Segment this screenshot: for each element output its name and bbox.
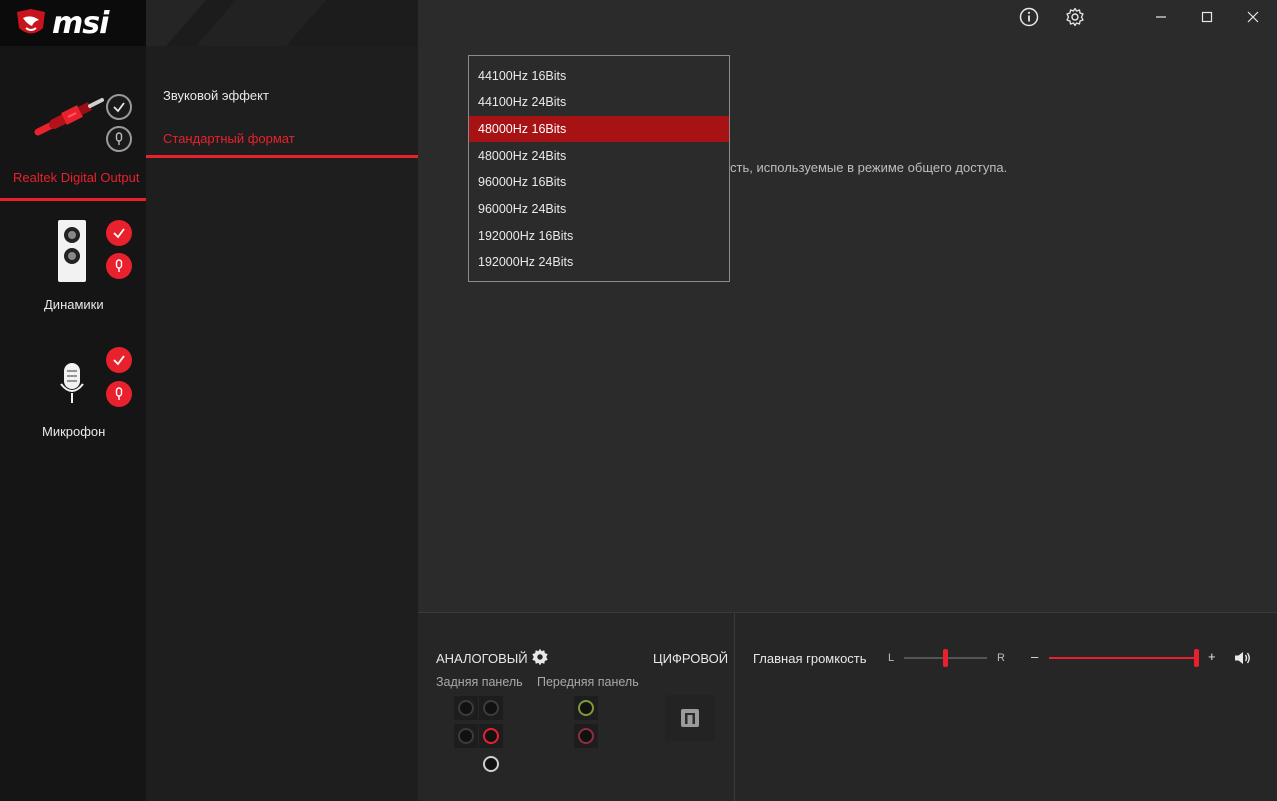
microphone-small-icon	[115, 387, 123, 400]
front-panel-label: Передняя панель	[537, 675, 639, 689]
maximize-icon	[1201, 11, 1213, 23]
close-icon	[1247, 11, 1259, 23]
device-realtek-digital-output[interactable]: Realtek Digital Output	[0, 58, 146, 201]
device-speakers[interactable]: Динамики	[0, 202, 146, 330]
front-jack-mic[interactable]	[574, 724, 598, 748]
minimize-button[interactable]	[1152, 8, 1170, 26]
close-button[interactable]	[1244, 8, 1262, 26]
check-icon	[113, 355, 125, 366]
check-icon	[113, 228, 125, 239]
device-label: Микрофон	[42, 424, 106, 439]
check-icon	[113, 102, 125, 113]
optical-cable-icon	[34, 98, 104, 136]
front-jack-headphone[interactable]	[574, 696, 598, 720]
dropdown-option[interactable]: 192000Hz 24Bits	[469, 249, 729, 275]
dropdown-option[interactable]: 48000Hz 24Bits	[469, 143, 729, 169]
rear-jack-5[interactable]	[479, 752, 503, 776]
info-icon	[1019, 7, 1039, 27]
connector-panel: АНАЛОГОВЫЙ ЦИФРОВОЙ Задняя панель Передн…	[418, 612, 733, 801]
device-microphone[interactable]: Микрофон	[0, 332, 146, 457]
default-comm-device-button[interactable]	[106, 126, 132, 152]
menu-header	[146, 0, 418, 46]
dropdown-option[interactable]: 44100Hz 16Bits	[469, 63, 729, 89]
active-device-underline	[0, 198, 146, 201]
device-label: Realtek Digital Output	[13, 170, 140, 185]
dropdown-option[interactable]: 96000Hz 16Bits	[469, 169, 729, 195]
balance-right-label: R	[997, 652, 1005, 664]
digital-optical-port[interactable]	[665, 695, 715, 741]
gear-icon	[532, 648, 548, 666]
rear-jack-3[interactable]	[454, 724, 478, 748]
microphone-icon	[60, 363, 84, 403]
speaker-volume-icon	[1235, 652, 1250, 664]
volume-slider-thumb[interactable]	[1194, 649, 1199, 667]
default-comm-device-button[interactable]	[106, 253, 132, 279]
microphone-small-icon	[115, 259, 123, 272]
settings-menu: Звуковой эффект Стандартный формат	[146, 0, 418, 801]
rear-panel-label: Задняя панель	[436, 675, 523, 689]
format-description: сть, используемые в режиме общего доступ…	[730, 160, 1008, 175]
device-label: Динамики	[44, 297, 104, 312]
active-menu-underline	[146, 155, 418, 158]
default-comm-device-button[interactable]	[106, 381, 132, 407]
minimize-icon	[1156, 16, 1166, 18]
balance-left-label: L	[888, 652, 895, 664]
dropdown-option[interactable]: 44100Hz 24Bits	[469, 89, 729, 115]
msi-dragon-logo-icon	[17, 9, 45, 34]
master-volume-label: Главная громкость	[753, 651, 867, 666]
mute-button[interactable]	[1233, 649, 1253, 667]
balance-slider-thumb[interactable]	[942, 649, 948, 667]
menu-item-sound-effect[interactable]: Звуковой эффект	[163, 88, 269, 103]
maximize-button[interactable]	[1198, 8, 1216, 26]
logo-bar: msi	[0, 0, 146, 46]
default-device-check-button[interactable]	[106, 220, 132, 246]
rear-jack-1[interactable]	[454, 696, 478, 720]
analog-settings-button[interactable]	[531, 648, 549, 666]
default-device-check-button[interactable]	[106, 347, 132, 373]
volume-increase-button[interactable]: +	[1208, 649, 1216, 664]
menu-item-default-format[interactable]: Стандартный формат	[163, 131, 295, 146]
rear-jack-2[interactable]	[479, 696, 503, 720]
brand-logo-text: msi	[52, 6, 109, 41]
volume-decrease-button[interactable]: –	[1031, 649, 1038, 664]
volume-panel: Главная громкость L R – +	[734, 612, 1277, 801]
header-decoration	[146, 0, 326, 46]
optical-port-icon	[681, 709, 699, 727]
info-button[interactable]	[1019, 7, 1039, 27]
title-bar	[418, 0, 1277, 46]
settings-button[interactable]	[1065, 7, 1085, 27]
microphone-small-icon	[115, 132, 123, 145]
device-sidebar: msi Realtek Digital Output Динамики Микр…	[0, 0, 146, 801]
analog-label: АНАЛОГОВЫЙ	[436, 651, 528, 666]
dropdown-option[interactable]: 96000Hz 24Bits	[469, 196, 729, 222]
dropdown-option[interactable]: 192000Hz 16Bits	[469, 223, 729, 249]
digital-label: ЦИФРОВОЙ	[653, 651, 729, 666]
gear-icon	[1066, 7, 1084, 27]
volume-slider-fill	[1049, 657, 1197, 659]
default-device-check-button[interactable]	[106, 94, 132, 120]
rear-jack-active[interactable]	[479, 724, 503, 748]
dropdown-option-selected[interactable]: 48000Hz 16Bits	[469, 116, 729, 142]
sample-rate-dropdown-list[interactable]: 44100Hz 16Bits 44100Hz 24Bits 48000Hz 16…	[468, 55, 730, 282]
speaker-icon	[58, 220, 86, 282]
